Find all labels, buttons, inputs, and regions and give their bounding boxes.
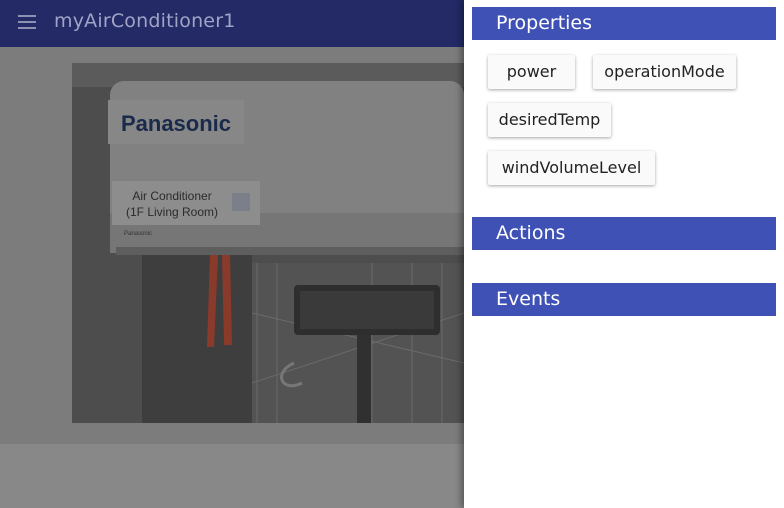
property-chip-operation-mode[interactable]: operationMode: [593, 55, 736, 89]
events-header[interactable]: Events: [472, 283, 776, 316]
property-chip-power[interactable]: power: [488, 55, 575, 89]
svg-text:Panasonic: Panasonic: [124, 231, 152, 237]
actions-header[interactable]: Actions: [472, 217, 776, 250]
properties-header[interactable]: Properties: [472, 7, 776, 40]
page-title: myAirConditioner1: [54, 10, 236, 32]
details-drawer: Properties power operationMode desiredTe…: [464, 0, 784, 508]
property-chip-desired-temp[interactable]: desiredTemp: [488, 103, 611, 137]
air-conditioner-image: Panasonic Air Conditioner (1F Living Roo…: [72, 63, 464, 423]
svg-text:Panasonic: Panasonic: [121, 111, 231, 136]
svg-text:Air Conditioner: Air Conditioner: [132, 189, 211, 203]
property-chip-wind-volume-level[interactable]: windVolumeLevel: [488, 151, 655, 185]
device-photo: Panasonic Air Conditioner (1F Living Roo…: [72, 63, 464, 423]
menu-icon[interactable]: [18, 15, 36, 29]
svg-text:(1F Living Room): (1F Living Room): [126, 205, 218, 219]
